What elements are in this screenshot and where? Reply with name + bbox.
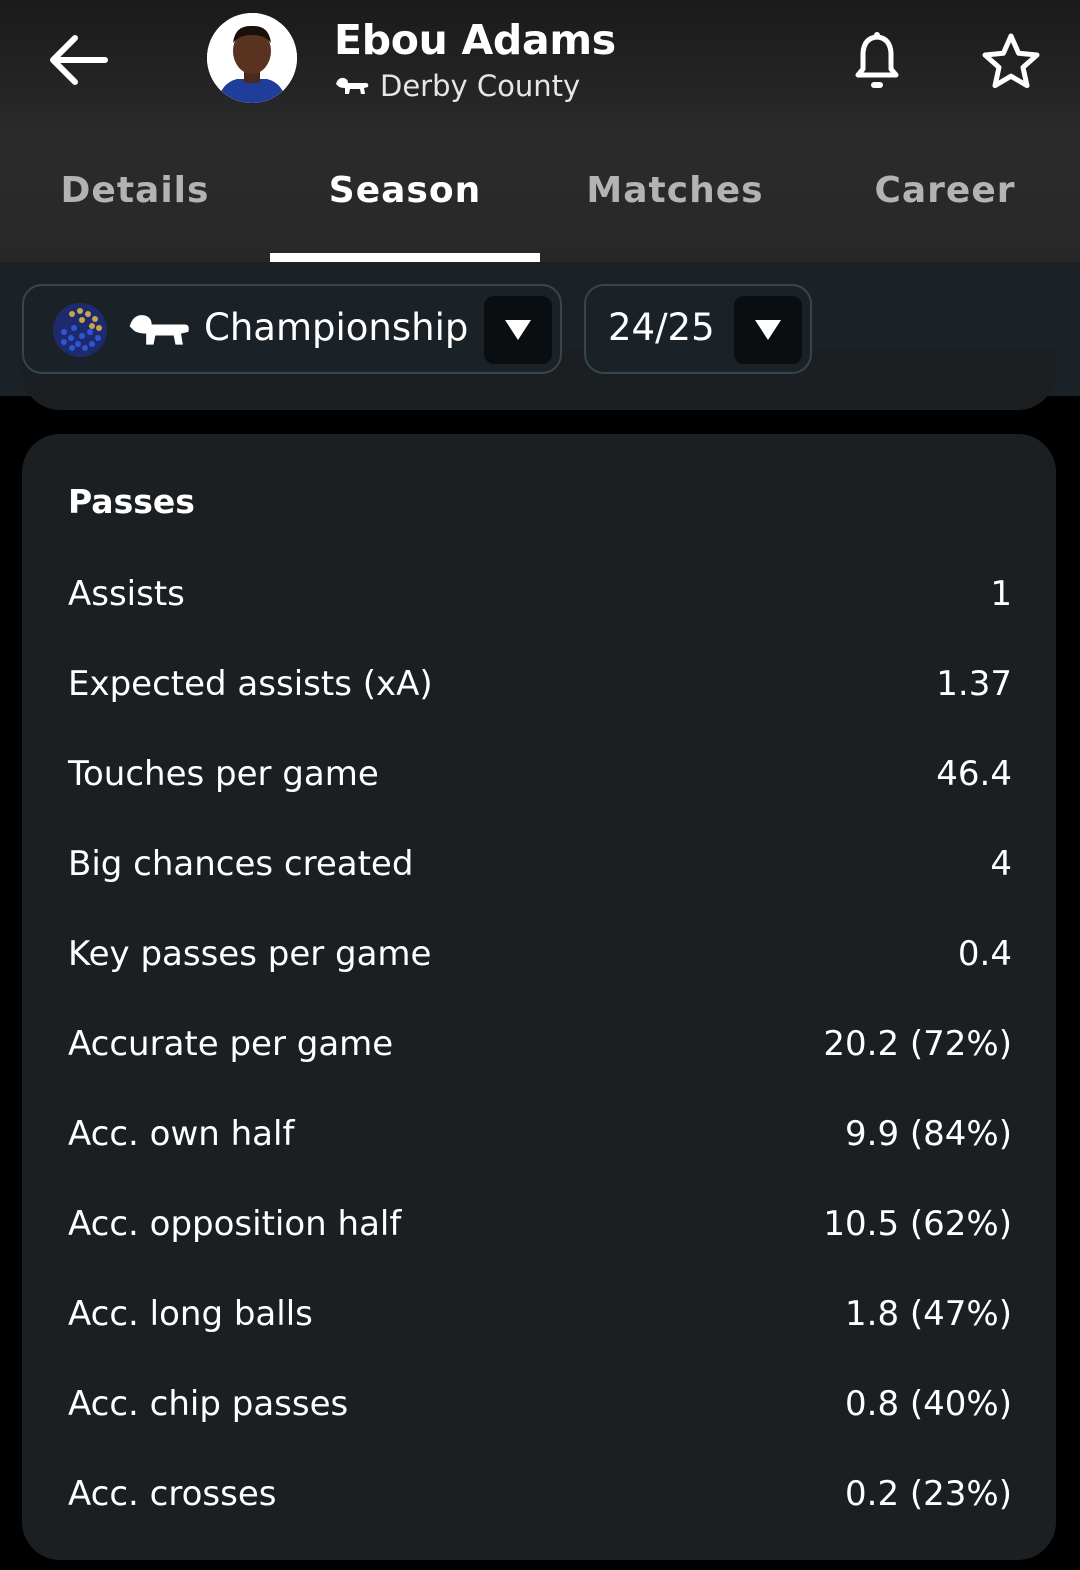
stat-label: Accurate per game	[68, 1024, 394, 1064]
stat-label: Key passes per game	[68, 934, 432, 974]
stat-value: 4	[990, 844, 1012, 884]
stat-label: Acc. own half	[68, 1114, 295, 1154]
tab-bar: Details Season Matches Career	[0, 150, 1080, 262]
stat-value: 0.4	[957, 934, 1012, 974]
star-icon	[982, 33, 1040, 89]
stat-row-long-balls: Acc. long balls 1.8 (47%)	[68, 1269, 1012, 1359]
stat-row-expected-assists: Expected assists (xA) 1.37	[68, 639, 1012, 729]
stat-row-own-half: Acc. own half 9.9 (84%)	[68, 1089, 1012, 1179]
stat-label: Acc. crosses	[68, 1474, 277, 1514]
stat-value: 10.5 (62%)	[823, 1204, 1012, 1244]
stat-label: Expected assists (xA)	[68, 664, 433, 704]
stat-value: 1	[990, 574, 1012, 614]
season-label: 24/25	[608, 306, 715, 349]
competition-dropdown-arrow[interactable]	[484, 296, 552, 364]
player-name: Ebou Adams	[334, 16, 616, 64]
stat-row-key-passes: Key passes per game 0.4	[68, 909, 1012, 999]
stat-row-opposition-half: Acc. opposition half 10.5 (62%)	[68, 1179, 1012, 1269]
stat-row-assists: Assists 1	[68, 549, 1012, 639]
stat-value: 1.8 (47%)	[845, 1294, 1012, 1334]
stat-row-touches: Touches per game 46.4	[68, 729, 1012, 819]
competition-dropdown[interactable]: Championship	[22, 284, 562, 374]
stat-label: Big chances created	[68, 844, 414, 884]
stat-value: 1.37	[936, 664, 1012, 704]
tab-career[interactable]: Career	[810, 150, 1080, 262]
stat-label: Touches per game	[68, 754, 379, 794]
season-dropdown[interactable]: 24/25	[584, 284, 812, 374]
derby-ram-icon	[129, 315, 189, 345]
stat-value: 20.2 (72%)	[823, 1024, 1012, 1064]
stat-value: 0.2 (23%)	[845, 1474, 1012, 1514]
stat-label: Acc. opposition half	[68, 1204, 402, 1244]
competition-label: Championship	[204, 306, 469, 349]
back-button[interactable]	[40, 22, 116, 98]
chevron-down-icon	[755, 320, 781, 340]
favorite-button[interactable]	[976, 26, 1046, 96]
stat-row-crosses: Acc. crosses 0.2 (23%)	[68, 1449, 1012, 1539]
season-dropdown-arrow[interactable]	[734, 296, 802, 364]
section-title: Passes	[68, 482, 195, 521]
stat-value: 9.9 (84%)	[845, 1114, 1012, 1154]
tab-matches[interactable]: Matches	[540, 150, 810, 262]
player-header: Ebou Adams Derby County Details Season M…	[0, 0, 1080, 262]
team-link[interactable]: Derby County	[334, 68, 580, 104]
stat-label: Acc. long balls	[68, 1294, 313, 1334]
derby-ram-icon	[336, 77, 369, 94]
tab-details[interactable]: Details	[0, 150, 270, 262]
team-name: Derby County	[380, 69, 581, 103]
bell-icon	[855, 32, 899, 88]
player-avatar	[207, 13, 297, 103]
stat-value: 46.4	[936, 754, 1012, 794]
back-arrow-icon	[50, 35, 108, 85]
notifications-button[interactable]	[842, 26, 912, 96]
chevron-down-icon	[505, 320, 531, 340]
active-tab-indicator	[270, 253, 540, 262]
championship-logo-icon	[53, 303, 107, 357]
stat-label: Acc. chip passes	[68, 1384, 349, 1424]
stat-row-accurate-per-game: Accurate per game 20.2 (72%)	[68, 999, 1012, 1089]
stat-value: 0.8 (40%)	[845, 1384, 1012, 1424]
tab-season[interactable]: Season	[270, 150, 540, 262]
stat-row-big-chances: Big chances created 4	[68, 819, 1012, 909]
stat-row-chip-passes: Acc. chip passes 0.8 (40%)	[68, 1359, 1012, 1449]
passes-stats-card: Passes Assists 1 Expected assists (xA) 1…	[22, 434, 1056, 1560]
stat-label: Assists	[68, 574, 185, 614]
